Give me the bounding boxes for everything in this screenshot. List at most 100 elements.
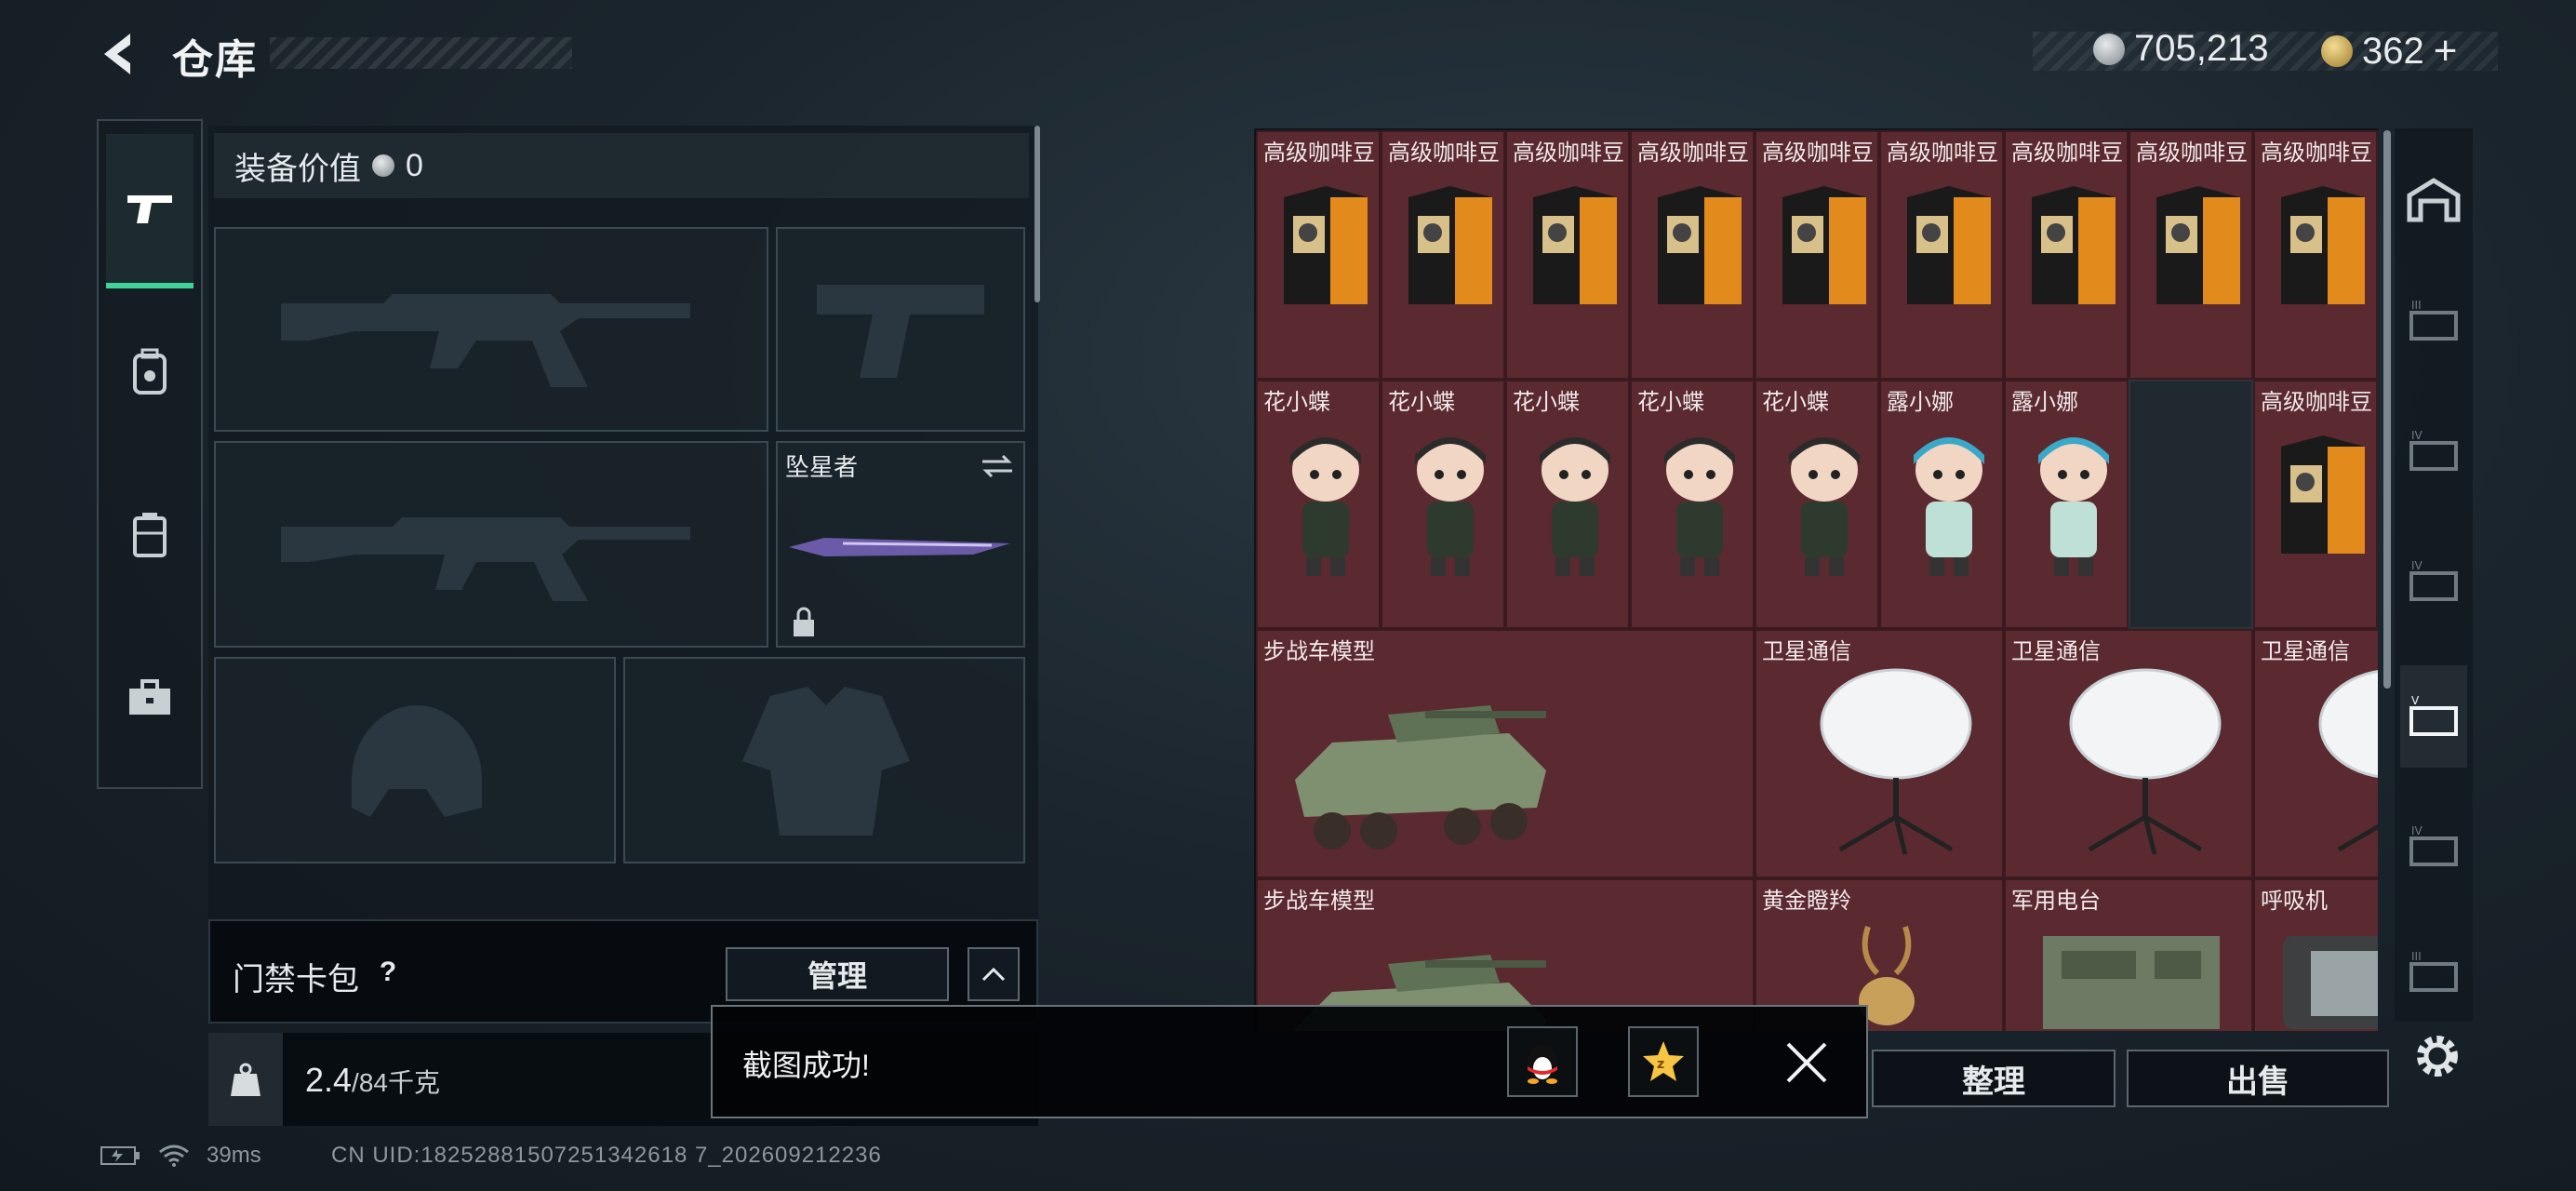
rail-item-tier3[interactable]: III <box>2400 270 2467 372</box>
star-faller-knife-icon <box>789 538 1010 556</box>
tier-four-box-icon: IV <box>2409 429 2458 471</box>
svg-text:z: z <box>1657 1057 1664 1072</box>
storage-item[interactable]: 步战车模型 <box>1256 629 1755 878</box>
chevron-up-icon <box>981 967 1006 982</box>
gold-amount: 362 <box>2362 30 2424 72</box>
storage-item[interactable]: 高级咖啡豆 <box>1755 130 1879 380</box>
storage-item[interactable]: 高级咖啡豆 <box>2253 380 2378 629</box>
storage-item[interactable]: 高级咖啡豆 <box>1256 130 1381 380</box>
melee-slot[interactable]: 坠星者 <box>776 441 1025 648</box>
storage-item[interactable]: 高级咖啡豆 <box>1505 130 1630 380</box>
add-gold-icon[interactable]: + <box>2434 28 2458 74</box>
coffee-bag-icon <box>1284 186 1368 304</box>
helmet-slot[interactable] <box>214 657 616 863</box>
rail-item-tier4-b[interactable]: IV <box>2400 530 2467 633</box>
item-name: 军用电台 <box>2011 889 2101 914</box>
gold-currency[interactable]: 362 + <box>2321 28 2457 74</box>
item-name: 高级咖啡豆 <box>1637 141 1749 166</box>
coffee-bag-icon <box>1782 186 1866 304</box>
close-icon <box>1786 1042 1827 1083</box>
storage-item[interactable]: 呼吸机 <box>2253 878 2378 1031</box>
item-name: 高级咖啡豆 <box>1388 141 1500 166</box>
rail-item-toolbox[interactable] <box>106 623 194 772</box>
coffee-bag-icon <box>1658 186 1742 304</box>
sort-button[interactable]: 整理 <box>1872 1050 2116 1107</box>
item-name: 露小娜 <box>1887 390 1954 415</box>
qq-penguin-icon <box>1528 1044 1557 1084</box>
storage-item[interactable]: 卫星通信 <box>1755 629 2004 878</box>
storage-item[interactable]: 卫星通信 <box>2004 629 2253 878</box>
coffee-bag-icon <box>1408 186 1492 304</box>
rail-item-tier4-a[interactable]: IV <box>2400 400 2467 502</box>
rail-item-tier3-b[interactable]: III <box>2400 921 2467 1024</box>
sell-button[interactable]: 出售 <box>2127 1050 2389 1107</box>
coffee-bag-icon <box>2156 186 2240 304</box>
toast-close-button[interactable] <box>1779 1035 1835 1091</box>
silver-coin-icon <box>372 154 394 177</box>
storage-item[interactable]: 高级咖啡豆 <box>1879 130 2004 380</box>
status-bar: 39ms <box>100 1143 261 1169</box>
storage-item[interactable]: 花小蝶 <box>1381 380 1505 629</box>
item-name: 高级咖啡豆 <box>2261 390 2372 415</box>
item-name: 花小蝶 <box>1263 390 1330 415</box>
rail-item-all[interactable] <box>2400 149 2467 251</box>
tier-three-box-icon: III <box>2409 299 2458 341</box>
luna-figure-icon <box>2038 437 2109 576</box>
expand-button[interactable] <box>968 947 1020 1001</box>
rifle-silhouette-icon <box>281 294 690 387</box>
loadout-category-rail <box>97 119 203 789</box>
loadout-scrollbar[interactable] <box>1034 126 1040 302</box>
storage-item[interactable]: 军用电台 <box>2004 878 2253 1031</box>
storage-item[interactable]: 高级咖啡豆 <box>2253 130 2378 380</box>
storage-item[interactable]: 高级咖啡豆 <box>1630 130 1755 380</box>
coffee-bag-icon <box>2281 186 2365 304</box>
settings-button[interactable] <box>2409 1028 2465 1084</box>
storage-item[interactable]: 花小蝶 <box>1505 380 1630 629</box>
storage-scrollbar[interactable] <box>2383 130 2391 689</box>
page-title: 仓库 <box>172 37 258 83</box>
storage-item[interactable]: 高级咖啡豆 <box>1381 130 1505 380</box>
manage-button[interactable]: 管理 <box>726 947 949 1001</box>
rail-item-backpack[interactable] <box>106 298 194 447</box>
item-name: 黄金瞪羚 <box>1762 889 1851 914</box>
back-arrow-icon <box>104 33 130 74</box>
sidearm-slot[interactable] <box>776 227 1025 432</box>
weight-current: 2.4 <box>305 1061 353 1099</box>
primary-weapon-slot[interactable] <box>214 227 768 432</box>
share-qq-button[interactable] <box>1507 1026 1578 1097</box>
rail-item-chest-rig[interactable] <box>106 461 194 609</box>
storage-item[interactable]: 露小娜 <box>2004 380 2129 629</box>
carry-weight: 2.4/84千克 <box>305 1061 440 1100</box>
storage-item[interactable]: 高级咖啡豆 <box>2129 130 2253 380</box>
item-name: 露小娜 <box>2011 390 2078 415</box>
helmet-silhouette-icon <box>352 705 482 817</box>
weight-icon <box>231 1063 260 1096</box>
help-icon[interactable]: ? <box>372 957 404 988</box>
weight-max: /84千克 <box>352 1068 440 1097</box>
rail-item-tier4-c[interactable]: IV <box>2400 796 2467 898</box>
storage-item[interactable]: 花小蝶 <box>1630 380 1755 629</box>
svg-text:IV: IV <box>2411 429 2423 442</box>
storage-item[interactable]: 花小蝶 <box>1755 380 1879 629</box>
armor-silhouette-icon <box>742 687 910 836</box>
item-name: 花小蝶 <box>1762 390 1829 415</box>
storage-item[interactable]: 高级咖啡豆 <box>2004 130 2129 380</box>
armor-slot[interactable] <box>623 657 1025 863</box>
pistol-silhouette-icon <box>817 285 984 378</box>
hua-figure-icon <box>1664 437 1735 576</box>
melee-name: 坠星者 <box>785 453 859 481</box>
gold-coin-icon <box>2321 35 2353 67</box>
share-qzone-button[interactable]: z <box>1628 1026 1699 1097</box>
storage-item[interactable]: 花小蝶 <box>1256 380 1381 629</box>
coffee-bag-icon <box>2032 186 2116 304</box>
back-button[interactable] <box>93 26 149 82</box>
warehouse-icon <box>2407 178 2461 222</box>
secondary-weapon-slot[interactable] <box>214 441 768 648</box>
coffee-bag-icon <box>1907 186 1991 304</box>
item-name: 步战车模型 <box>1263 889 1375 914</box>
swap-icon[interactable] <box>979 452 1016 480</box>
rail-item-tier5-active[interactable]: V <box>2400 665 2467 768</box>
rail-item-weapons[interactable] <box>106 134 194 288</box>
storage-item[interactable]: 露小娜 <box>1879 380 2004 629</box>
storage-item[interactable]: 卫星通信 <box>2253 629 2378 878</box>
